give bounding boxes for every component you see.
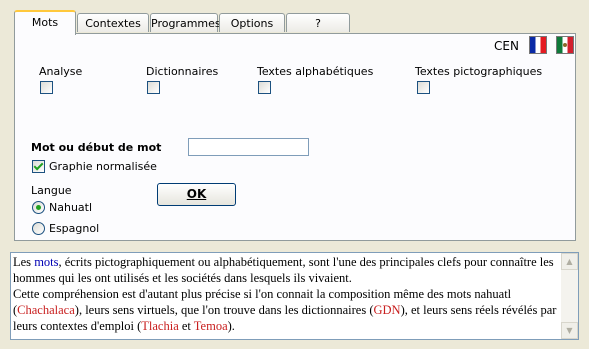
- langue-label: Langue: [31, 184, 72, 197]
- gdn-link[interactable]: GDN: [374, 303, 401, 317]
- analyse-checkbox[interactable]: [40, 81, 53, 94]
- desc-text-6: et: [178, 319, 194, 333]
- textes-alphabetiques-label: Textes alphabétiques: [257, 65, 374, 78]
- tab-mots[interactable]: Mots: [14, 10, 76, 35]
- tlachia-link[interactable]: Tlachia: [141, 319, 178, 333]
- description-box[interactable]: Les mots, écrits pictographiquement ou a…: [10, 252, 579, 340]
- temoa-link[interactable]: Temoa: [194, 319, 228, 333]
- desc-text-7: ).: [227, 319, 235, 333]
- espagnol-label: Espagnol: [49, 222, 100, 235]
- search-input[interactable]: [188, 138, 309, 156]
- cen-label: CEN: [494, 39, 519, 53]
- tab-programmes[interactable]: Programmes: [150, 13, 221, 32]
- nahuatl-label: Nahuatl: [49, 201, 93, 214]
- ok-button-label: OK: [186, 187, 207, 201]
- graphie-normalisee-label: Graphie normalisée: [49, 160, 157, 173]
- search-label: Mot ou début de mot: [31, 141, 162, 154]
- desc-text-1: Les: [13, 255, 35, 269]
- dictionnaires-label: Dictionnaires: [146, 65, 219, 78]
- tab-options[interactable]: Options: [219, 13, 285, 32]
- desc-text-2: , écrits pictographiquement ou alphabéti…: [13, 255, 554, 285]
- dictionnaires-checkbox[interactable]: [147, 81, 160, 94]
- tab-help[interactable]: ?: [286, 13, 350, 32]
- scroll-up-icon[interactable]: ▲: [561, 253, 578, 270]
- description-scrollbar[interactable]: ▲ ▼: [561, 253, 578, 339]
- nahuatl-radio[interactable]: [32, 201, 45, 214]
- tab-contextes[interactable]: Contextes: [77, 13, 149, 32]
- flag-mexico-icon[interactable]: [556, 36, 574, 54]
- ok-button[interactable]: OK: [157, 183, 236, 206]
- textes-alphabetiques-checkbox[interactable]: [258, 81, 271, 94]
- mots-panel: CEN Analyse Dictionnaires Textes alphabé…: [14, 33, 576, 241]
- analyse-label: Analyse: [39, 65, 83, 78]
- flag-france-icon[interactable]: [529, 36, 547, 54]
- chachalaca-link[interactable]: Chachalaca: [17, 303, 75, 317]
- graphie-normalisee-checkbox[interactable]: [32, 160, 45, 173]
- textes-pictographiques-checkbox[interactable]: [417, 81, 430, 94]
- espagnol-radio[interactable]: [32, 222, 45, 235]
- textes-pictographiques-label: Textes pictographiques: [415, 65, 543, 78]
- mots-link[interactable]: mots: [34, 255, 58, 269]
- desc-text-4: ), leurs sens virtuels, que l'on trouve …: [74, 303, 374, 317]
- scroll-down-icon[interactable]: ▼: [561, 322, 578, 339]
- description-text: Les mots, écrits pictographiquement ou a…: [13, 254, 560, 334]
